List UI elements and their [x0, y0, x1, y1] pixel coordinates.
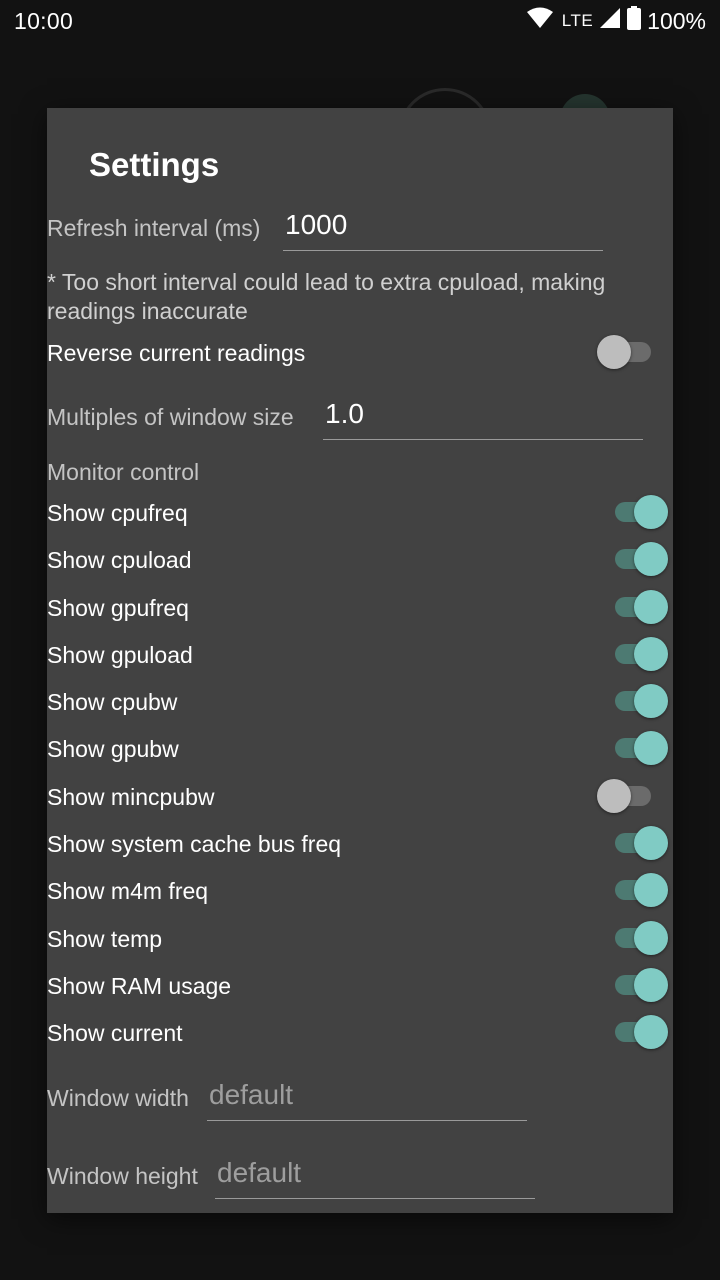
- reverse-current-label: Reverse current readings: [47, 340, 306, 366]
- refresh-interval-input[interactable]: [283, 206, 603, 251]
- switch-thumb: [634, 968, 668, 1002]
- switch-thumb: [597, 335, 631, 369]
- battery-icon: [627, 6, 642, 36]
- monitor-label: Show gpuload: [47, 642, 193, 668]
- settings-dialog: Settings Refresh interval (ms) * Too sho…: [47, 108, 673, 1213]
- show-temp-switch[interactable]: [609, 918, 669, 958]
- refresh-interval-note: * Too short interval could lead to extra…: [47, 269, 606, 324]
- show-system-cache-bus-freq-switch[interactable]: [609, 823, 669, 863]
- show-cpubw-switch[interactable]: [609, 681, 669, 721]
- network-type: LTE: [561, 11, 594, 30]
- monitor-label: Show cpubw: [47, 689, 178, 715]
- monitor-label: Show RAM usage: [47, 973, 232, 999]
- monitor-label: Show gpufreq: [47, 595, 189, 621]
- status-icons: LTE 100%: [526, 6, 706, 36]
- switch-thumb: [597, 779, 631, 813]
- window-height-input[interactable]: [215, 1154, 535, 1199]
- switch-thumb: [634, 826, 668, 860]
- switch-thumb: [634, 637, 668, 671]
- monitor-label: Show cpuload: [47, 547, 192, 573]
- show-current-switch[interactable]: [609, 1012, 669, 1052]
- window-width-input[interactable]: [207, 1076, 527, 1121]
- show-m4m-freq-switch[interactable]: [609, 870, 669, 910]
- refresh-interval-label: Refresh interval (ms): [47, 215, 261, 241]
- window-height-label: Window height: [47, 1163, 198, 1189]
- monitor-label: Show m4m freq: [47, 878, 209, 904]
- monitor-label: Show temp: [47, 926, 163, 952]
- battery-percent: 100%: [647, 7, 706, 34]
- show-cpufreq-switch[interactable]: [609, 492, 669, 532]
- switch-thumb: [634, 873, 668, 907]
- show-cpuload-switch[interactable]: [609, 539, 669, 579]
- switch-thumb: [634, 1015, 668, 1049]
- switch-thumb: [634, 542, 668, 576]
- monitor-label: Show gpubw: [47, 736, 179, 762]
- switch-thumb: [634, 684, 668, 718]
- monitor-label: Show cpufreq: [47, 500, 188, 526]
- monitor-control-label: Monitor control: [47, 459, 200, 485]
- monitor-label: Show system cache bus freq: [47, 831, 342, 857]
- window-width-label: Window width: [47, 1085, 189, 1111]
- status-bar: 10:00 LTE 100%: [0, 0, 720, 44]
- monitor-label: Show mincpubw: [47, 784, 215, 810]
- reverse-current-switch[interactable]: [595, 332, 655, 372]
- status-time: 10:00: [14, 8, 74, 34]
- switch-thumb: [634, 921, 668, 955]
- cell-signal-icon: [599, 7, 621, 35]
- switch-thumb: [634, 590, 668, 624]
- window-multiple-label: Multiples of window size: [47, 404, 294, 430]
- show-gpubw-switch[interactable]: [609, 728, 669, 768]
- wifi-icon: [526, 6, 554, 36]
- show-gpuload-switch[interactable]: [609, 634, 669, 674]
- screen: 10:00 LTE 100% Settings Refresh interval…: [0, 0, 720, 1280]
- show-gpufreq-switch[interactable]: [609, 587, 669, 627]
- dialog-title: Settings: [89, 146, 220, 183]
- monitor-label: Show current: [47, 1020, 183, 1046]
- show-mincpubw-switch[interactable]: [595, 776, 655, 816]
- window-multiple-input[interactable]: [323, 395, 643, 440]
- show-ram-usage-switch[interactable]: [609, 965, 669, 1005]
- switch-thumb: [634, 495, 668, 529]
- switch-thumb: [634, 731, 668, 765]
